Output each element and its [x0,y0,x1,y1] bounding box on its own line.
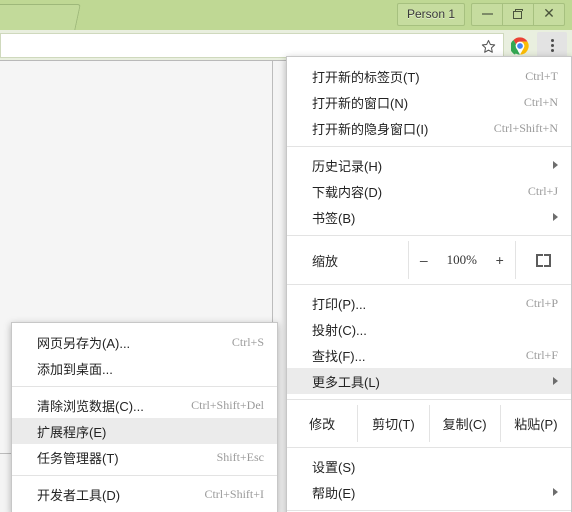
person-label: Person 1 [406,7,455,21]
menu-dot-icon [550,39,554,42]
menu-item-label: 帮助(E) [312,485,356,501]
menu-item-bookmarks[interactable]: 书签(B) [287,204,571,230]
address-bar[interactable] [0,33,504,58]
menu-item-label: 打开新的隐身窗口(I) [312,121,429,137]
menu-item-accelerator: Ctrl+P [525,295,558,310]
chrome-logo-icon[interactable] [511,37,529,55]
cut-button[interactable]: 剪切(T) [357,405,428,442]
more-tools-submenu: 网页另存为(A)... Ctrl+S 添加到桌面... 清除浏览数据(C)...… [11,322,278,512]
menu-item-accelerator: Ctrl+T [525,68,558,83]
menu-separator [12,386,277,387]
menu-item-new-tab[interactable]: 打开新的标签页(T) Ctrl+T [287,63,571,89]
menu-dot-icon [550,49,554,52]
menu-item-help[interactable]: 帮助(E) [287,479,571,505]
menu-item-developer-tools[interactable]: 开发者工具(D) Ctrl+Shift+I [12,481,277,507]
menu-item-label: 历史记录(H) [312,158,383,174]
menu-separator [287,146,571,147]
menu-item-accelerator: Ctrl+Shift+N [493,120,558,135]
zoom-label: 缩放 [312,253,339,269]
menu-separator [287,284,571,285]
menu-item-more-tools[interactable]: 更多工具(L) [287,368,571,394]
menu-item-label: 书签(B) [312,210,356,226]
menu-separator [287,510,571,511]
menu-item-accelerator: Shift+Esc [216,449,264,464]
menu-item-label: 投射(C)... [312,322,367,338]
menu-item-new-incognito-window[interactable]: 打开新的隐身窗口(I) Ctrl+Shift+N [287,115,571,141]
zoom-in-button[interactable]: + [485,252,515,268]
menu-item-extensions[interactable]: 扩展程序(E) [12,418,277,444]
menu-item-label: 清除浏览数据(C)... [37,398,144,414]
menu-item-new-window[interactable]: 打开新的窗口(N) Ctrl+N [287,89,571,115]
menu-item-label: 更多工具(L) [312,374,380,390]
close-button[interactable]: ✕ [533,3,564,25]
menu-item-accelerator: Ctrl+N [523,94,558,109]
zoom-controls: – 100% + [407,241,515,279]
menu-item-label: 打印(P)... [312,296,367,312]
fullscreen-icon [535,253,551,267]
menu-item-label: 添加到桌面... [37,361,113,377]
edit-label: 修改 [309,417,336,432]
chrome-main-menu: 打开新的标签页(T) Ctrl+T 打开新的窗口(N) Ctrl+N 打开新的隐… [286,56,572,512]
menu-item-accelerator: Ctrl+J [527,183,558,198]
menu-item-label: 下载内容(D) [312,184,383,200]
chevron-right-icon [553,377,558,385]
menu-item-label: 任务管理器(T) [37,450,119,466]
menu-item-accelerator: Ctrl+Shift+I [204,486,264,501]
menu-separator [287,447,571,448]
menu-item-label: 打开新的标签页(T) [312,69,420,85]
fullscreen-button[interactable] [514,241,571,279]
menu-item-label: 查找(F)... [312,348,366,364]
menu-separator [12,475,277,476]
menu-item-print[interactable]: 打印(P)... Ctrl+P [287,290,571,316]
bookmark-star-icon[interactable] [480,38,497,55]
menu-item-label: 网页另存为(A)... [37,335,131,351]
chevron-right-icon [553,213,558,221]
chevron-right-icon [553,488,558,496]
copy-button[interactable]: 复制(C) [428,405,500,442]
browser-window: Person 1 ✕ 打开新的标签页(T) Ctrl+T 打开新的窗口(N) C… [0,0,572,512]
menu-item-label: 打开新的窗口(N) [312,95,409,111]
menu-separator [287,399,571,400]
menu-item-task-manager[interactable]: 任务管理器(T) Shift+Esc [12,444,277,470]
menu-item-cast[interactable]: 投射(C)... [287,316,571,342]
menu-item-history[interactable]: 历史记录(H) [287,152,571,178]
menu-item-settings[interactable]: 设置(S) [287,453,571,479]
menu-row-zoom: 缩放 – 100% + [287,241,571,279]
menu-item-label: 开发者工具(D) [37,487,121,503]
maximize-button[interactable] [502,3,533,25]
paste-button[interactable]: 粘贴(P) [499,405,571,442]
zoom-out-button[interactable]: – [409,252,439,268]
menu-item-find[interactable]: 查找(F)... Ctrl+F [287,342,571,368]
menu-item-accelerator: Ctrl+Shift+Del [191,397,264,412]
menu-item-label: 扩展程序(E) [37,424,107,440]
menu-separator [287,235,571,236]
zoom-level-value: 100% [446,252,477,267]
menu-item-save-page-as[interactable]: 网页另存为(A)... Ctrl+S [12,329,277,355]
menu-item-clear-browsing-data[interactable]: 清除浏览数据(C)... Ctrl+Shift+Del [12,392,277,418]
minimize-button[interactable] [472,4,502,25]
maximize-icon [512,9,524,19]
menu-item-add-to-desktop[interactable]: 添加到桌面... [12,355,277,381]
menu-item-label: 设置(S) [312,459,356,475]
window-controls: Person 1 ✕ [396,2,570,26]
chrome-menu-button[interactable] [537,32,567,59]
menu-item-accelerator: Ctrl+F [525,347,558,362]
chevron-right-icon [553,161,558,169]
person-button[interactable]: Person 1 [396,2,465,26]
menu-item-accelerator: Ctrl+S [231,334,264,349]
menu-row-edit: 修改 剪切(T) 复制(C) 粘贴(P) [287,405,571,442]
menu-dot-icon [550,44,554,47]
title-bar: Person 1 ✕ [0,0,572,31]
minimize-icon [481,13,493,15]
menu-item-downloads[interactable]: 下载内容(D) Ctrl+J [287,178,571,204]
window-button-group: ✕ [471,2,565,26]
close-icon: ✕ [543,6,555,22]
browser-tab[interactable] [0,4,81,31]
